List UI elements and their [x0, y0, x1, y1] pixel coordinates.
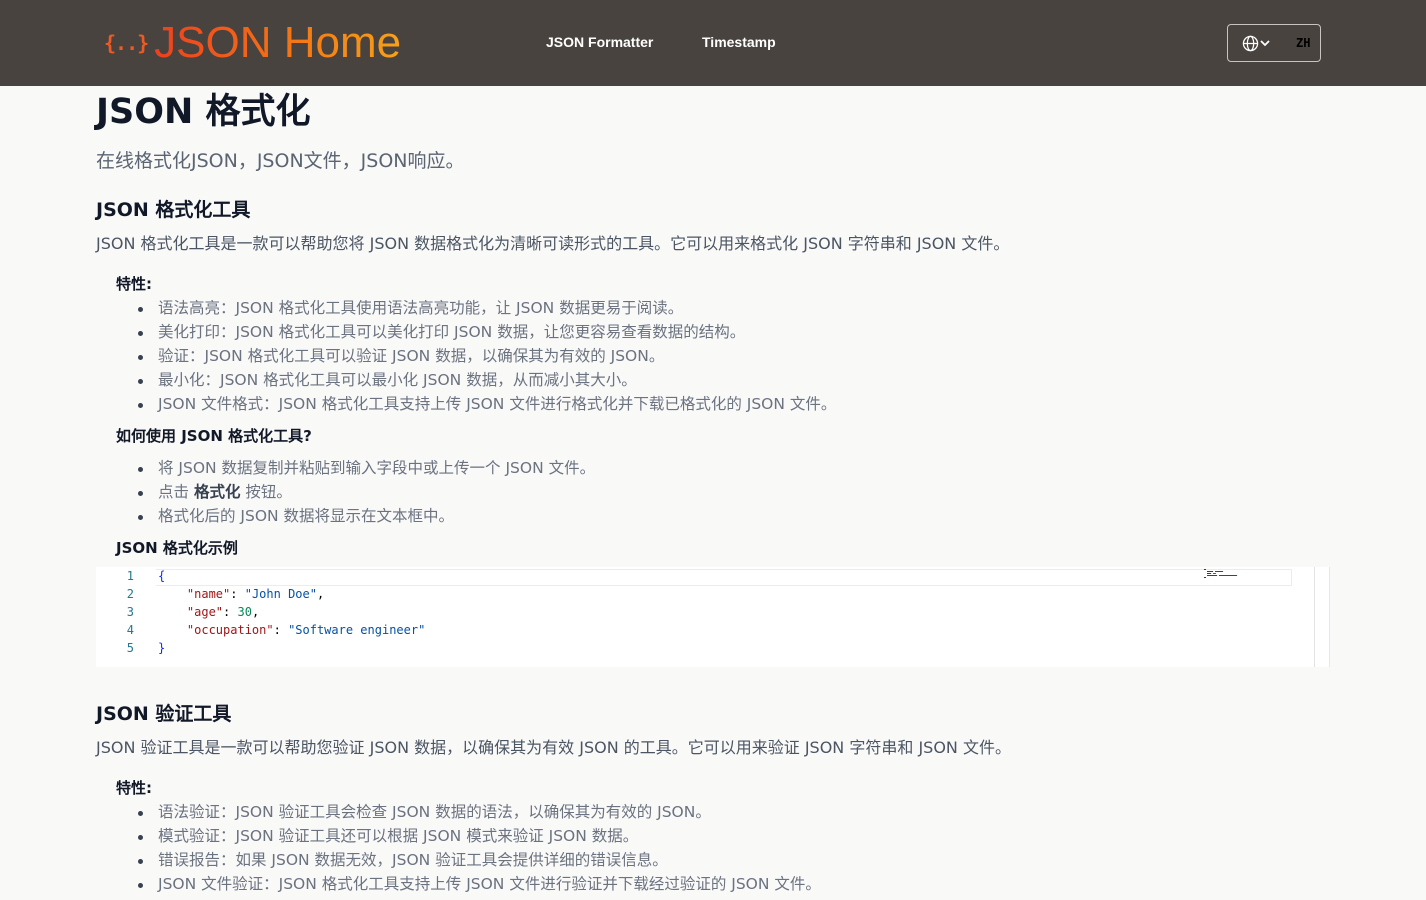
validator-intro: JSON 验证工具是一款可以帮助您验证 JSON 数据，以确保其为有效 JSON… [96, 738, 1011, 757]
globe-icon [1242, 35, 1259, 52]
json-string: "John Doe" [244, 587, 317, 601]
code-line: } [158, 639, 165, 657]
validator-heading: JSON 验证工具 [96, 703, 232, 725]
validator-features-heading: 特性: [116, 779, 152, 797]
open-brace: { [158, 569, 166, 583]
bullet [138, 379, 143, 384]
step-text: 按钮。 [240, 483, 292, 501]
bullet [138, 835, 143, 840]
page-subtitle: 在线格式化JSON，JSON文件，JSON响应。 [96, 150, 465, 172]
list-item: 语法验证：JSON 验证工具会检查 JSON 数据的语法，以确保其为有效的 JS… [158, 803, 711, 821]
json-key: "age" [186, 605, 224, 619]
formatter-intro: JSON 格式化工具是一款可以帮助您将 JSON 数据格式化为清晰可读形式的工具… [96, 234, 1010, 253]
line-number: 4 [126, 623, 134, 637]
code-line: { [158, 567, 165, 585]
list-item: 语法高亮：JSON 格式化工具使用语法高亮功能，让 JSON 数据更易于阅读。 [158, 299, 684, 317]
editor-minimap[interactable] [1204, 569, 1244, 578]
braces-logo-icon: {..} [104, 31, 149, 55]
list-item: 格式化后的 JSON 数据将显示在文本框中。 [158, 507, 455, 525]
list-item: 点击 格式化 按钮。 [158, 481, 292, 503]
code-line: "name": "John Doe", [186, 587, 325, 601]
list-item: 美化打印：JSON 格式化工具可以美化打印 JSON 数据，让您更容易查看数据的… [158, 323, 746, 341]
json-key: "occupation" [186, 623, 274, 637]
bullet [138, 467, 143, 472]
list-item: 将 JSON 数据复制并粘贴到输入字段中或上传一个 JSON 文件。 [158, 459, 596, 477]
list-item: 最小化：JSON 格式化工具可以最小化 JSON 数据，从而减小其大小。 [158, 371, 637, 389]
nav-json-formatter[interactable]: JSON Formatter [546, 34, 653, 50]
howto-heading: 如何使用 JSON 格式化工具? [116, 427, 312, 445]
json-key: "name" [186, 587, 231, 601]
code-line: "age": 30, [186, 605, 260, 619]
page-title: JSON 格式化 [96, 92, 311, 132]
line-number: 3 [126, 605, 134, 619]
bullet [138, 403, 143, 408]
bullet [138, 883, 143, 888]
editor-scrollbar[interactable] [1314, 567, 1315, 667]
list-item: 验证：JSON 格式化工具可以验证 JSON 数据，以确保其为有效的 JSON。 [158, 347, 665, 365]
current-line-highlight [156, 569, 1292, 586]
code-editor[interactable]: 1 2 3 4 5 { "name": "John Doe", "age": 3… [96, 567, 1330, 667]
list-item: JSON 文件格式：JSON 格式化工具支持上传 JSON 文件进行格式化并下载… [158, 395, 837, 413]
bullet [138, 307, 143, 312]
bullet [138, 811, 143, 816]
site-logo[interactable]: {..} JSON Home [104, 18, 401, 68]
code-line: "occupation": "Software engineer" [186, 623, 426, 637]
bullet [138, 859, 143, 864]
bullet [138, 355, 143, 360]
list-item: JSON 文件验证：JSON 格式化工具支持上传 JSON 文件进行验证并下载经… [158, 875, 821, 893]
step-text: 点击 [158, 483, 194, 501]
json-number: 30 [237, 605, 252, 619]
format-button-name: 格式化 [193, 483, 241, 501]
language-code: ZH [1296, 36, 1311, 50]
line-number: 5 [126, 641, 134, 655]
list-item: 错误报告：如果 JSON 数据无效，JSON 验证工具会提供详细的错误信息。 [158, 851, 668, 869]
top-navbar: {..} JSON Home JSON Formatter Timestamp … [0, 0, 1426, 86]
bullet [138, 331, 143, 336]
formatter-features-heading: 特性: [116, 275, 152, 293]
logo-text: JSON Home [154, 18, 402, 67]
formatter-heading: JSON 格式化工具 [96, 199, 251, 221]
chevron-down-icon [1259, 37, 1271, 49]
nav-timestamp[interactable]: Timestamp [702, 34, 776, 50]
language-selector[interactable]: ZH [1227, 24, 1321, 62]
json-string: "Software engineer" [288, 623, 426, 637]
line-number: 2 [126, 587, 134, 601]
close-brace: } [158, 641, 166, 655]
bullet [138, 515, 143, 520]
list-item: 模式验证：JSON 验证工具还可以根据 JSON 模式来验证 JSON 数据。 [158, 827, 639, 845]
line-number: 1 [126, 569, 134, 583]
bullet [138, 491, 143, 496]
example-heading: JSON 格式化示例 [116, 539, 238, 557]
